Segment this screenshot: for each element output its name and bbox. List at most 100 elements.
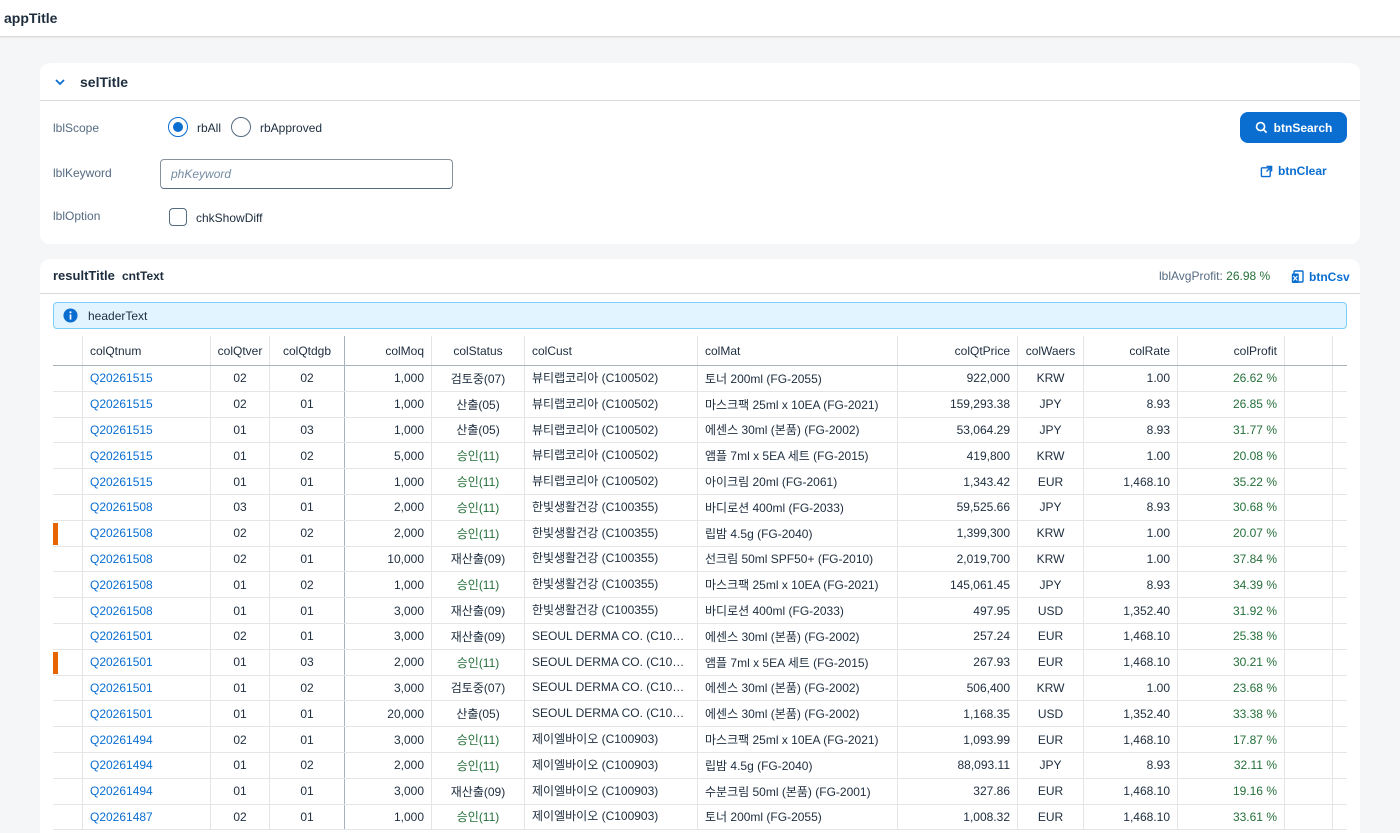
table-row[interactable]: Q20261494 02 01 3,000 승인(11) 제이엘바이오 (C100903)… <box>53 727 1347 753</box>
table-row[interactable]: Q20261515 02 01 1,000 산출(05) 뷰티랩코리아 (C100502)… <box>53 391 1347 418</box>
cell-qtnum[interactable]: Q20261501 <box>83 701 211 727</box>
row-selector[interactable] <box>53 520 83 546</box>
clear-button[interactable]: btnClear <box>1260 161 1330 181</box>
cell-qtnum[interactable]: Q20261501 <box>83 675 211 701</box>
table-row[interactable]: Q20261508 02 02 2,000 승인(11) 한빛생활건강 (C100355)… <box>53 520 1347 547</box>
col-header-qtver[interactable]: colQtver <box>211 336 270 365</box>
cell-qtnum[interactable]: Q20261494 <box>83 752 211 778</box>
cell-rate: 8.93 <box>1084 752 1178 778</box>
cell-profit: 31.77 % <box>1178 417 1285 443</box>
table-row[interactable]: Q20261487 02 01 1,000 승인(11) 제이엘바이오 (C100903)… <box>53 804 1347 831</box>
cell-status: 검토중(07) <box>432 366 525 391</box>
table-row[interactable]: Q20261515 01 03 1,000 산출(05) 뷰티랩코리아 (C100502)… <box>53 417 1347 444</box>
cell-spacer <box>1285 366 1333 391</box>
table-row[interactable]: Q20261501 01 01 20,000 산출(05) SEOUL DERMA CO.… <box>53 701 1347 728</box>
cell-cust: SEOUL DERMA CO. (C1006... <box>525 675 698 701</box>
cell-qtnum[interactable]: Q20261508 <box>83 572 211 598</box>
row-selector[interactable] <box>53 443 83 469</box>
cell-qtnum[interactable]: Q20261501 <box>83 623 211 649</box>
cell-profit: 20.08 % <box>1178 443 1285 469</box>
col-header-qtdgb[interactable]: colQtdgb <box>270 336 345 365</box>
col-header-cust[interactable]: colCust <box>525 336 698 365</box>
cell-spacer <box>1285 546 1333 572</box>
row-selector[interactable] <box>53 469 83 494</box>
cell-qtnum[interactable]: Q20261494 <box>83 727 211 752</box>
table-row[interactable]: Q20261501 02 01 3,000 재산출(09) SEOUL DERMA CO.… <box>53 623 1347 650</box>
cell-qtnum[interactable]: Q20261487 <box>83 804 211 830</box>
row-selector[interactable] <box>53 546 83 572</box>
table-row[interactable]: Q20261501 01 03 2,000 승인(11) SEOUL DERMA CO. … <box>53 649 1347 676</box>
cell-qtnum[interactable]: Q20261515 <box>83 443 211 469</box>
search-button-label: btnSearch <box>1273 120 1333 135</box>
cell-cust: 제이엘바이오 (C100903) <box>525 778 698 804</box>
row-selector[interactable] <box>53 417 83 443</box>
row-selector[interactable] <box>53 623 83 649</box>
table-row[interactable]: Q20261494 01 01 3,000 재산출(09) 제이엘바이오 (C100903… <box>53 778 1347 805</box>
row-selector[interactable] <box>53 494 83 520</box>
row-selector[interactable] <box>53 572 83 598</box>
col-header-moq[interactable]: colMoq <box>345 336 432 365</box>
table-row[interactable]: Q20261515 02 02 1,000 검토중(07) 뷰티랩코리아 (C100502… <box>53 366 1347 392</box>
row-selector[interactable] <box>53 701 83 727</box>
col-header-mat[interactable]: colMat <box>698 336 898 365</box>
table-row[interactable]: Q20261508 01 02 1,000 승인(11) 한빛생활건강 (C100355)… <box>53 572 1347 599</box>
cell-qtnum[interactable]: Q20261508 <box>83 546 211 572</box>
radio-approved[interactable] <box>231 117 251 137</box>
cell-price: 327.86 <box>898 778 1018 804</box>
cell-moq: 1,000 <box>345 366 432 391</box>
col-header-profit[interactable]: colProfit <box>1178 336 1285 365</box>
cell-qtver: 02 <box>211 546 270 572</box>
col-header-waers[interactable]: colWaers <box>1018 336 1084 365</box>
row-selector[interactable] <box>53 727 83 752</box>
cell-qtnum[interactable]: Q20261494 <box>83 778 211 804</box>
cell-qtdgb: 01 <box>270 727 345 752</box>
table-row[interactable]: Q20261501 01 02 3,000 검토중(07) SEOUL DERMA CO.… <box>53 675 1347 702</box>
cell-qtnum[interactable]: Q20261515 <box>83 469 211 494</box>
table-row[interactable]: Q20261508 02 01 10,000 재산출(09) 한빛생활건강 (C10035… <box>53 546 1347 573</box>
search-button[interactable]: btnSearch <box>1240 112 1347 143</box>
row-selector[interactable] <box>53 752 83 778</box>
col-header-price[interactable]: colQtPrice <box>898 336 1018 365</box>
table-row[interactable]: Q20261508 01 01 3,000 재산출(09) 한빛생활건강 (C100355… <box>53 598 1347 624</box>
keyword-input[interactable] <box>160 159 453 189</box>
table-row[interactable]: Q20261494 01 02 2,000 승인(11) 제이엘바이오 (C100903)… <box>53 752 1347 779</box>
cell-qtnum[interactable]: Q20261508 <box>83 520 211 546</box>
select-column-header[interactable] <box>53 336 83 365</box>
col-header-status[interactable]: colStatus <box>432 336 525 365</box>
filter-panel-header: selTitle <box>40 63 1360 101</box>
cell-qtnum[interactable]: Q20261515 <box>83 391 211 417</box>
col-header-rate[interactable]: colRate <box>1084 336 1178 365</box>
csv-export-button[interactable]: btnCsv <box>1291 267 1350 287</box>
row-selector[interactable] <box>53 804 83 830</box>
cell-qtnum[interactable]: Q20261515 <box>83 366 211 391</box>
cell-status: 산출(05) <box>432 701 525 727</box>
row-selector[interactable] <box>53 366 83 391</box>
table-row[interactable]: Q20261508 03 01 2,000 승인(11) 한빛생활건강 (C100355)… <box>53 494 1347 521</box>
cell-qtnum[interactable]: Q20261508 <box>83 494 211 520</box>
cell-qtnum[interactable]: Q20261508 <box>83 598 211 623</box>
table-row[interactable]: Q20261515 01 02 5,000 승인(11) 뷰티랩코리아 (C100502)… <box>53 443 1347 470</box>
cell-qtver: 01 <box>211 778 270 804</box>
cell-qtver: 02 <box>211 804 270 830</box>
col-header-qtnum[interactable]: colQtnum <box>83 336 211 365</box>
radio-all-label[interactable]: rbAll <box>197 121 221 135</box>
row-selector[interactable] <box>53 778 83 804</box>
show-diff-checkbox[interactable] <box>169 208 187 226</box>
cell-status: 재산출(09) <box>432 598 525 623</box>
cell-qtnum[interactable]: Q20261501 <box>83 649 211 675</box>
cell-price: 145,061.45 <box>898 572 1018 598</box>
cell-rate: 8.93 <box>1084 391 1178 417</box>
cell-qtver: 01 <box>211 701 270 727</box>
radio-all[interactable] <box>168 117 188 137</box>
show-diff-label[interactable]: chkShowDiff <box>196 211 262 225</box>
cell-qtver: 01 <box>211 598 270 623</box>
row-selector[interactable] <box>53 598 83 623</box>
row-selector[interactable] <box>53 649 83 675</box>
chevron-down-icon[interactable] <box>52 74 68 90</box>
table-row[interactable]: Q20261515 01 01 1,000 승인(11) 뷰티랩코리아 (C100502)… <box>53 469 1347 495</box>
radio-approved-label[interactable]: rbApproved <box>260 121 322 135</box>
row-selector[interactable] <box>53 675 83 701</box>
row-selector[interactable] <box>53 391 83 417</box>
cell-qtnum[interactable]: Q20261515 <box>83 417 211 443</box>
cell-waers: EUR <box>1018 804 1084 830</box>
